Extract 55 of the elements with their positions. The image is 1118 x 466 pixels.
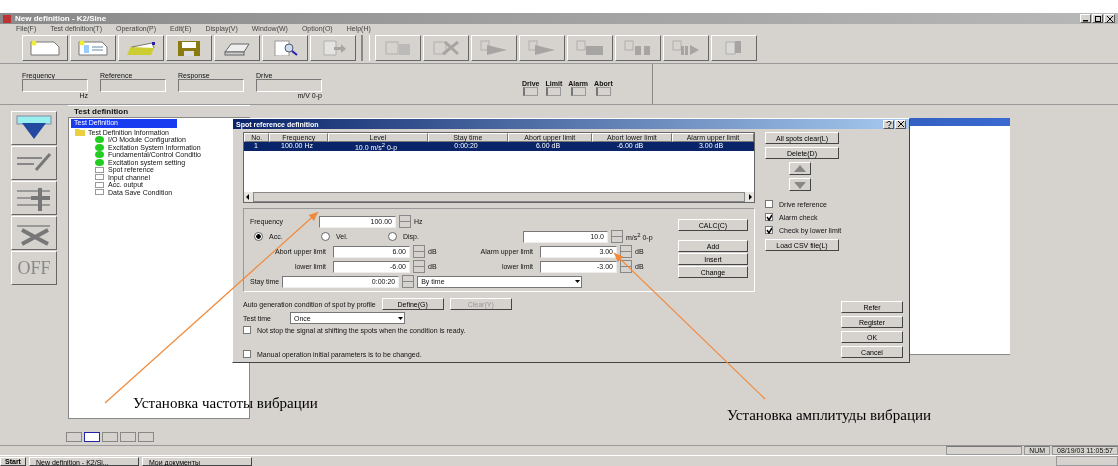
panel-cross-icon [431,40,461,56]
up-arrow-icon [794,164,806,173]
toolbar-button[interactable] [22,35,68,61]
minimize-button[interactable] [1080,14,1091,23]
tool-button[interactable] [11,146,57,180]
checkbox[interactable] [765,213,773,221]
monitor-field [22,79,88,92]
annotation-caption: Установка частоты вибрации [133,395,318,412]
tool-button[interactable] [11,181,57,215]
graph-bar-icon [575,40,605,56]
dropdown-arrow-icon [397,314,404,322]
panel-tab[interactable]: Test definition [68,105,250,117]
blank-page-icon [30,40,60,56]
app-icon [3,14,11,23]
graph-pause-icon [623,40,653,56]
pause-play-icon [671,40,701,56]
move-up-button[interactable] [789,162,811,175]
tool-button[interactable] [11,216,57,250]
printer-icon [222,40,252,56]
close-button[interactable] [895,119,906,129]
dropdown-arrow-icon [574,278,582,285]
list-page-icon [78,40,108,56]
toolbar-button[interactable] [262,35,308,61]
radio-button[interactable] [254,232,263,241]
help-button[interactable] [883,119,894,129]
system-tray [1056,456,1118,466]
off-label: OFF [17,257,51,279]
monitor-field [100,79,166,92]
checkbox[interactable] [243,326,251,334]
horizontal-scrollbar[interactable] [244,192,754,202]
toolbar-button[interactable] [118,35,164,61]
scroll-right-icon [746,193,754,201]
monitor-field [178,79,244,92]
panel-icon [383,40,413,56]
checkbox[interactable] [765,226,773,234]
down-arrow-icon [794,180,806,189]
radio-button[interactable] [388,232,397,241]
folder-icon [126,40,156,56]
toolbar-button[interactable] [166,35,212,61]
toolbar-button[interactable] [214,35,260,61]
close-button[interactable] [1104,14,1115,23]
checkbox[interactable] [243,350,251,358]
tool-button[interactable] [11,111,57,145]
toolbar-button[interactable] [70,35,116,61]
radio-button[interactable] [321,232,330,241]
scroll-left-icon [244,193,252,201]
maximize-button[interactable] [1092,14,1103,23]
window-title: New definition - K2/Sine [15,14,107,23]
monitor-field [256,79,322,92]
annotation-caption: Установка амплитуды вибрации [727,407,931,424]
toolbar-separator [361,35,370,61]
checkbox[interactable] [765,200,773,208]
page-tab[interactable] [84,432,100,442]
maximize-icon [1094,15,1101,22]
move-down-button[interactable] [789,178,811,191]
